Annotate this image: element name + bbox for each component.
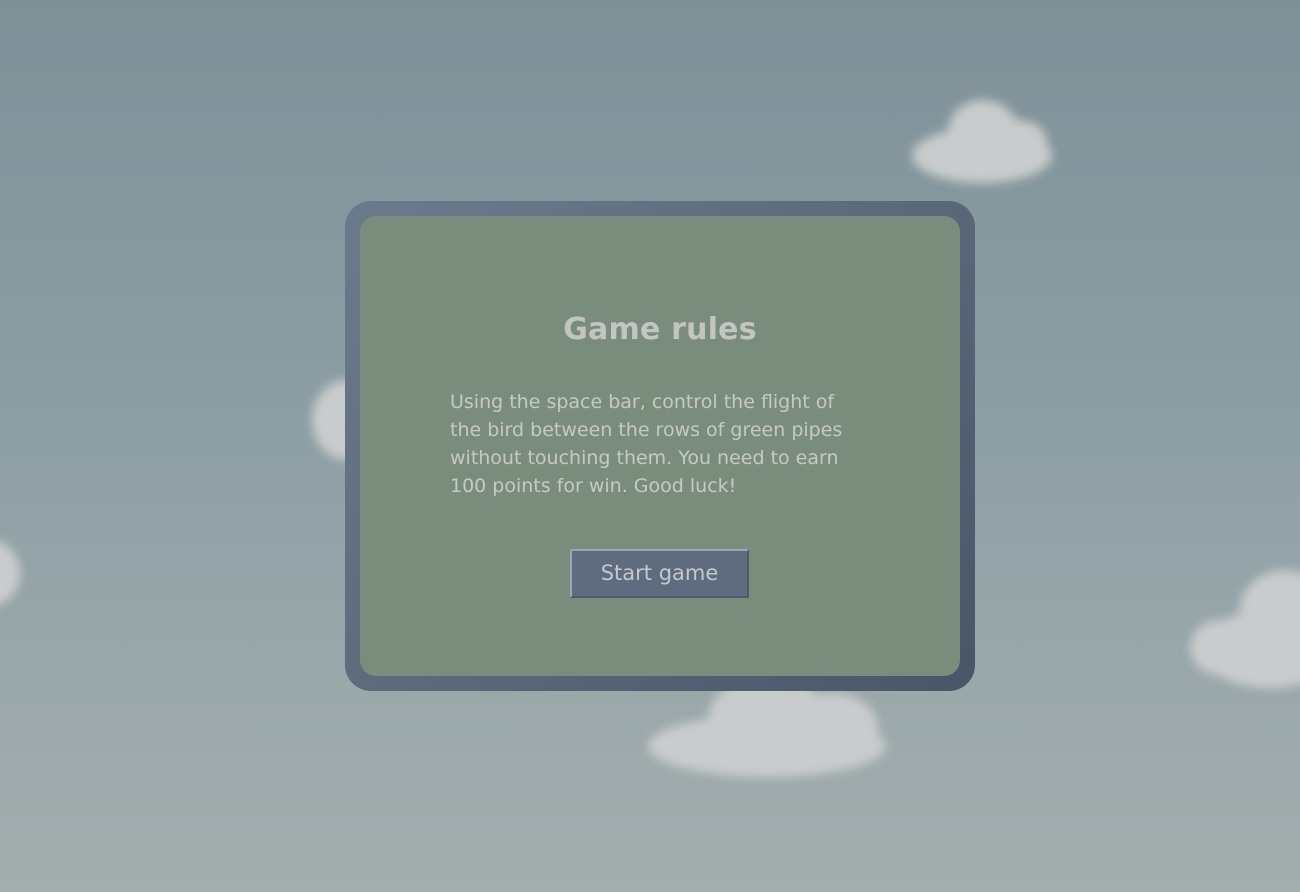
cloud bbox=[648, 675, 886, 777]
rules-dialog-panel: Game rules Using the space bar, control … bbox=[360, 216, 960, 676]
cloud bbox=[0, 540, 20, 606]
dialog-title: Game rules bbox=[563, 312, 757, 347]
start-game-button[interactable]: Start game bbox=[570, 549, 749, 598]
cloud bbox=[1190, 570, 1300, 688]
cloud bbox=[912, 100, 1052, 183]
rules-text: Using the space bar, control the flight … bbox=[450, 391, 843, 497]
rules-dialog: Game rules Using the space bar, control … bbox=[345, 201, 975, 691]
